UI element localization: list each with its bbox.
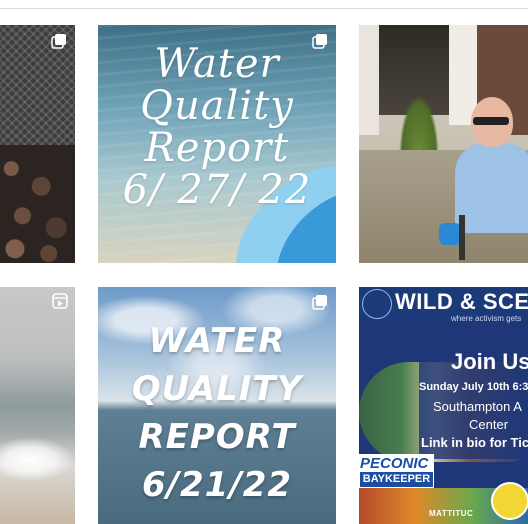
title-date: 6/21/22 [141,465,293,505]
post-tile-4[interactable] [0,287,75,524]
wave-foam [0,437,75,482]
water-probe [459,215,465,260]
title-line-1: WATER [148,321,286,361]
carousel-icon [311,293,329,311]
reel-icon [51,292,69,310]
event-logo [362,289,392,319]
post-tile-5[interactable]: WATER QUALITY REPORT 6/21/22 [98,287,336,524]
person-shirt [455,143,528,233]
water-quality-report-title: Water Quality Report 6/ 27/ 22 [98,43,336,211]
grass [399,95,439,155]
post-tile-1[interactable] [0,25,75,263]
top-divider [0,8,528,9]
blue-glove [439,223,461,245]
join-us-text: Join Us! [451,349,528,374]
event-date: Sunday July 10th 6:3 [419,381,528,393]
title-date: 6/ 27/ 22 [122,167,312,213]
post-tile-3[interactable] [359,25,528,263]
butterfly-logo [491,482,528,520]
sunglasses [473,117,509,125]
peconic-text: PECONIC [360,455,429,472]
title-line-1: Water [154,41,280,87]
concrete-wall [359,25,379,135]
post-tile-2[interactable]: Water Quality Report 6/ 27/ 22 [98,25,336,263]
carousel-icon [311,32,329,50]
ticket-link-text: Link in bio for Tick [421,435,528,450]
title-line-3: Report [144,125,290,171]
title-line-2: Quality [140,83,294,129]
sponsor-text: MATTITUC [429,509,474,518]
title-line-3: REPORT [138,417,296,457]
post-tile-6[interactable]: WILD & SCENIC where activism gets Join U… [359,287,528,524]
poster-tagline: where activism gets [451,314,522,323]
poster-title: WILD & SCENIC [395,289,528,314]
event-venue-2: Center [469,417,509,432]
event-venue: Southampton A [433,399,522,414]
rocks-photo [0,145,75,263]
carousel-icon [50,32,68,50]
water-quality-report-title: WATER QUALITY REPORT 6/21/22 [98,317,336,509]
baykeeper-text: BAYKEEPER [360,472,433,487]
title-line-2: QUALITY [131,369,303,409]
